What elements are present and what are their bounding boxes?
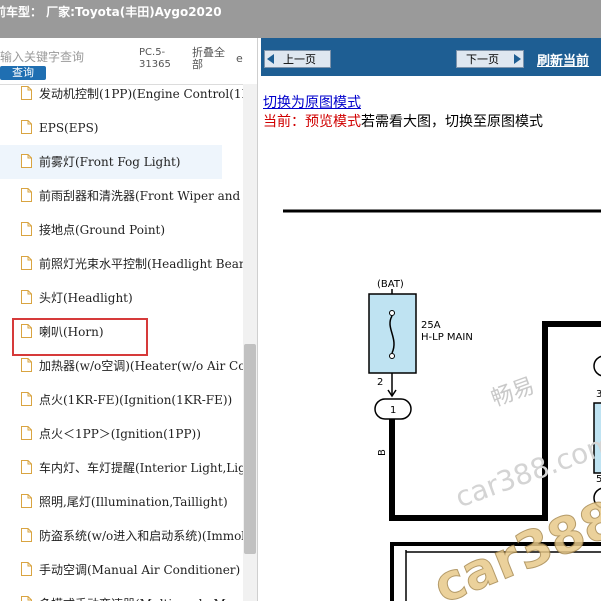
file-icon bbox=[21, 494, 32, 508]
tree-item[interactable]: 前雾灯(Front Fog Light) bbox=[0, 145, 222, 179]
pin-2-label: 2 bbox=[377, 377, 383, 388]
file-icon bbox=[21, 222, 32, 236]
bat-label: (BAT) bbox=[377, 279, 404, 290]
file-icon bbox=[21, 154, 32, 168]
tree-item-label: 防盗系统(w/o进入和启动系统)(Immobiliser) bbox=[39, 529, 243, 543]
file-icon bbox=[21, 290, 32, 304]
file-icon bbox=[21, 86, 32, 100]
fuse-rating: 25A bbox=[421, 320, 441, 331]
tree-item[interactable]: 头灯(Headlight) bbox=[0, 281, 243, 315]
file-icon bbox=[21, 528, 32, 542]
prev-page-button[interactable]: 上一页 bbox=[264, 50, 331, 68]
switch-original-mode-link[interactable]: 切换为原图模式 bbox=[263, 92, 361, 112]
viewer-panel: 上一页 下一页 刷新当前 切换为原图模式 当前：预览模式若需看大图，切换至原图模… bbox=[261, 38, 601, 601]
tree-item[interactable]: 手动空调(Manual Air Conditioner) bbox=[0, 553, 243, 587]
file-icon bbox=[21, 426, 32, 440]
wire-color-label: B bbox=[377, 449, 388, 456]
tree-item-label: 照明,尾灯(Illumination,Taillight) bbox=[39, 495, 228, 509]
extra-toolbar-item[interactable]: e bbox=[236, 52, 243, 65]
tree-scrollbar-thumb[interactable] bbox=[244, 344, 256, 554]
file-icon bbox=[21, 460, 32, 474]
selected-item-highlight-box bbox=[12, 318, 148, 356]
preview-mode-label: 当前：预览模式 bbox=[263, 114, 361, 130]
left-panel: 查询 PC.5-31365 折叠全部 e 发动机控制(1PP)(Engine C… bbox=[0, 38, 258, 601]
next-page-label: 下一页 bbox=[466, 53, 499, 66]
arrow-right-icon bbox=[514, 54, 521, 64]
file-icon bbox=[21, 120, 32, 134]
file-icon bbox=[21, 256, 32, 270]
tree-item[interactable]: 前照灯光束水平控制(Headlight Beam Level Control) bbox=[0, 247, 243, 281]
fold-all-button[interactable]: 折叠全部 bbox=[192, 47, 226, 71]
pin-5-label: 5 bbox=[596, 474, 601, 485]
tree-item[interactable]: 多模式手动变速器(Multi-mode Manual Transmission) bbox=[0, 587, 243, 601]
next-page-button[interactable]: 下一页 bbox=[456, 50, 524, 68]
tree-item[interactable]: 发动机控制(1PP)(Engine Control(1PP)) bbox=[0, 84, 243, 111]
tree-item-label: 发动机控制(1PP)(Engine Control(1PP)) bbox=[39, 87, 243, 101]
watermark-cn: 畅易 bbox=[488, 374, 538, 413]
file-icon bbox=[21, 392, 32, 406]
tree-item-label: 车内灯、车灯提醒(Interior Light,Light Reminder) bbox=[39, 461, 243, 475]
tree-item-label: 接地点(Ground Point) bbox=[39, 223, 166, 237]
tree-item[interactable]: 防盗系统(w/o进入和启动系统)(Immobiliser) bbox=[0, 519, 243, 553]
tree-item-label: EPS(EPS) bbox=[39, 121, 99, 135]
tree-item-label: 手动空调(Manual Air Conditioner) bbox=[39, 563, 241, 577]
tree-scrollbar[interactable] bbox=[243, 84, 257, 601]
tree-item[interactable]: 点火(1KR-FE)(Ignition(1KR-FE)) bbox=[0, 383, 243, 417]
tree-item[interactable]: 点火＜1PP＞(Ignition(1PP)) bbox=[0, 417, 243, 451]
search-input[interactable] bbox=[0, 48, 132, 66]
title-text: 前车型： 厂家:Toyota(丰田)Aygo2020 bbox=[0, 5, 222, 19]
file-icon bbox=[21, 188, 32, 202]
tree-item-label: 多模式手动变速器(Multi-mode Manual Transmission) bbox=[39, 596, 243, 601]
tree-item[interactable]: 车内灯、车灯提醒(Interior Light,Light Reminder) bbox=[0, 451, 243, 485]
preview-mode-hint: 若需看大图，切换至原图模式 bbox=[361, 114, 543, 130]
arrow-left-icon bbox=[267, 54, 274, 64]
tree-item-label: 前雨刮器和清洗器(Front Wiper and Washer) bbox=[39, 189, 243, 203]
search-bar: 查询 PC.5-31365 折叠全部 e bbox=[0, 38, 257, 85]
prev-page-label: 上一页 bbox=[283, 53, 316, 66]
tree-item[interactable]: 前雨刮器和清洗器(Front Wiper and Washer) bbox=[0, 179, 243, 213]
tree-item-label: 前照灯光束水平控制(Headlight Beam Level Control) bbox=[39, 257, 243, 271]
viewer-navbar: 上一页 下一页 刷新当前 bbox=[261, 38, 601, 76]
refresh-current-link[interactable]: 刷新当前 bbox=[537, 50, 589, 69]
pin-3-label: 3 bbox=[596, 389, 601, 400]
query-button[interactable]: 查询 bbox=[0, 66, 46, 80]
tree-item[interactable]: 接地点(Ground Point) bbox=[0, 213, 243, 247]
preview-mode-notice: 当前：预览模式若需看大图，切换至原图模式 bbox=[263, 111, 543, 131]
connector-1-label: 1 bbox=[390, 405, 396, 416]
tree-item-label: 前雾灯(Front Fog Light) bbox=[39, 155, 181, 169]
file-icon bbox=[21, 562, 32, 576]
wiring-diagram: (BAT) 25A H-LP MAIN 2 1 B 3 5 畅易 car388.… bbox=[283, 209, 601, 601]
tree-item[interactable]: 照明,尾灯(Illumination,Taillight) bbox=[0, 485, 243, 519]
tree-item-label: 头灯(Headlight) bbox=[39, 291, 133, 305]
connector-right-top bbox=[593, 355, 601, 377]
fuse-name: H-LP MAIN bbox=[421, 332, 473, 343]
tree-item[interactable]: EPS(EPS) bbox=[0, 111, 243, 145]
file-icon bbox=[21, 358, 32, 372]
tree-item-label: 加热器(w/o空调)(Heater(w/o Air Conditioner)) bbox=[39, 359, 243, 373]
pc-number-label: PC.5-31365 bbox=[139, 47, 171, 70]
tree-item-label: 点火(1KR-FE)(Ignition(1KR-FE)) bbox=[39, 393, 233, 407]
tree-item-label: 点火＜1PP＞(Ignition(1PP)) bbox=[39, 427, 201, 441]
file-icon bbox=[21, 596, 32, 601]
title-bar: 前车型： 厂家:Toyota(丰田)Aygo2020 bbox=[0, 0, 601, 38]
